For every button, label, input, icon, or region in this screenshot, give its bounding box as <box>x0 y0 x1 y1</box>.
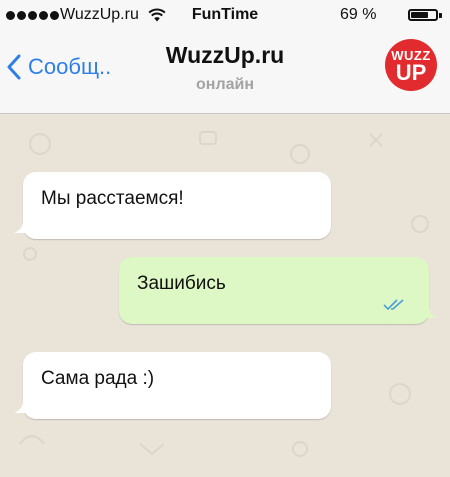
read-receipt-icon <box>383 299 404 311</box>
contact-avatar[interactable]: WUZZ UP <box>385 39 437 91</box>
status-bar: WuzzUp.ru FunTime 69 % <box>0 0 450 32</box>
avatar-logo-line2: UP <box>395 60 427 85</box>
battery-level <box>411 12 428 18</box>
message-bubble-incoming[interactable]: Сама рада :) <box>14 352 331 419</box>
contact-status: онлайн <box>196 76 254 93</box>
status-title: FunTime <box>191 6 259 23</box>
chat-header: Сообщ.. WuzzUp.ru онлайн WUZZ UP <box>0 32 450 114</box>
bubble-tail <box>422 304 438 318</box>
battery-tip <box>439 13 442 18</box>
battery-percentage: 69 % <box>340 6 377 23</box>
contact-name[interactable]: WuzzUp.ru <box>0 42 450 69</box>
chat-screen: WuzzUp.ru FunTime 69 % Сообщ.. WuzzUp.ru… <box>0 0 450 477</box>
message-list[interactable]: Мы расстаемся! Зашибись Сама рада :) <box>0 114 450 477</box>
message-text: Сама рада :) <box>41 368 155 389</box>
battery-icon <box>408 9 438 21</box>
message-text: Зашибись <box>137 273 226 294</box>
message-bubble-outgoing[interactable]: Зашибись <box>119 257 438 324</box>
message-text: Мы расстаемся! <box>41 188 184 209</box>
bubble-tail <box>14 399 30 413</box>
bubble-tail <box>14 219 30 233</box>
message-bubble-incoming[interactable]: Мы расстаемся! <box>14 172 331 239</box>
